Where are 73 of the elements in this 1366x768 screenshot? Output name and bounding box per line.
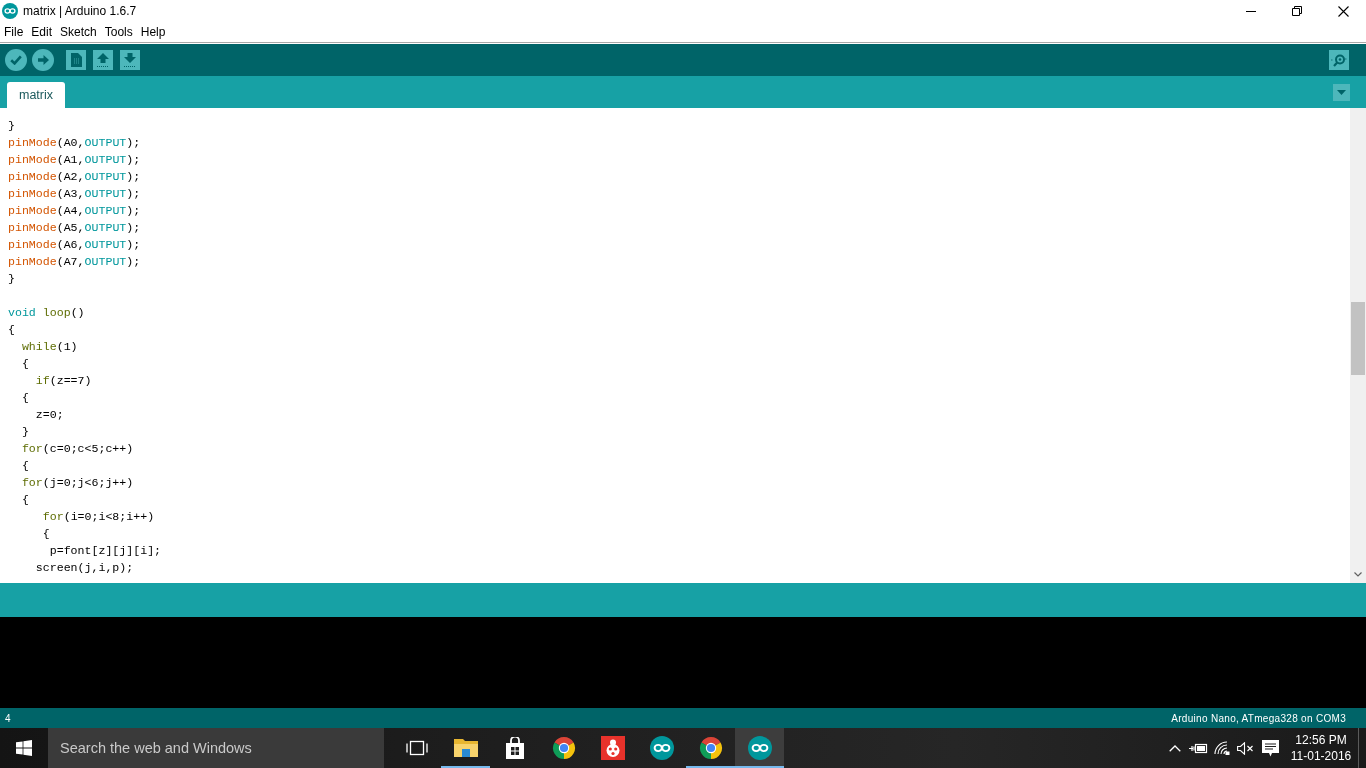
wifi-icon[interactable] <box>1214 741 1230 755</box>
menu-item[interactable]: Edit <box>28 23 57 41</box>
close-icon <box>1337 5 1349 17</box>
arrow-right-icon <box>37 55 49 65</box>
shopping-bag-icon <box>504 737 525 759</box>
scroll-down-icon[interactable] <box>1354 572 1362 577</box>
check-icon <box>10 55 22 65</box>
code-line: for(j=0;j<6;j++) <box>20 475 134 491</box>
arrow-up-icon <box>97 53 109 67</box>
menu-item[interactable]: Help <box>137 23 170 41</box>
menu-item[interactable]: Sketch <box>57 23 101 41</box>
code-line: { <box>20 492 29 508</box>
code-line: pinMode(A2,OUTPUT); <box>8 169 141 185</box>
browser-icon <box>698 736 723 760</box>
infinity-logo-icon <box>649 736 674 760</box>
code-line: } <box>20 424 29 440</box>
code-line: while(1) <box>20 339 78 355</box>
minimize-icon <box>1246 10 1256 12</box>
clock-date[interactable]: 11-01-2016 <box>1290 748 1352 764</box>
open-button[interactable] <box>93 50 113 70</box>
code-line: } <box>8 271 15 287</box>
code-line: { <box>20 458 29 474</box>
code-line: { <box>20 356 29 372</box>
code-line: pinMode(A0,OUTPUT); <box>8 135 141 151</box>
infinity-logo-icon <box>747 736 772 760</box>
document-icon <box>70 53 82 67</box>
windows-logo-icon <box>16 740 32 756</box>
code-line: { <box>8 322 15 338</box>
scrollbar-thumb[interactable] <box>1351 302 1365 375</box>
save-button[interactable] <box>120 50 140 70</box>
code-line: { <box>41 526 50 542</box>
code-line: pinMode(A1,OUTPUT); <box>8 152 141 168</box>
code-line: screen(j,i,p); <box>34 560 134 576</box>
window-title: matrix | Arduino 1.6.7 <box>23 4 137 18</box>
code-line: } <box>8 118 15 134</box>
caret-down-icon <box>1337 89 1346 95</box>
battery-plug-icon[interactable] <box>1188 742 1208 754</box>
code-line: if(z==7) <box>34 373 92 389</box>
serial-monitor-button[interactable] <box>1329 50 1349 70</box>
new-button[interactable] <box>66 50 86 70</box>
folder-icon <box>453 738 478 758</box>
browser-icon <box>551 736 576 760</box>
line-number: 4 <box>5 712 11 724</box>
scrollbar[interactable] <box>1350 108 1366 583</box>
code-line: for(c=0;c<5;c++) <box>20 441 134 457</box>
chevron-up-icon[interactable] <box>1169 744 1181 752</box>
code-line: for(i=0;i<8;i++) <box>41 509 155 525</box>
magnifier-icon <box>1331 53 1347 67</box>
ladybug-icon <box>600 736 625 760</box>
task-view-icon <box>405 740 428 756</box>
code-line: z=0; <box>34 407 64 423</box>
code-line: pinMode(A6,OUTPUT); <box>8 237 141 253</box>
arrow-down-icon <box>124 53 136 67</box>
code-line: void loop() <box>8 305 85 321</box>
code-line: pinMode(A7,OUTPUT); <box>8 254 141 270</box>
code-line: p=font[z][j][i]; <box>48 543 162 559</box>
volume-mute-icon[interactable] <box>1236 741 1254 755</box>
taskbar-app-button[interactable] <box>735 728 784 768</box>
sketch-tab[interactable]: matrix <box>7 82 66 108</box>
menu-item[interactable]: Tools <box>101 23 137 41</box>
code-line: pinMode(A4,OUTPUT); <box>8 203 141 219</box>
menu-item[interactable]: File <box>1 23 28 41</box>
code-line: { <box>20 390 29 406</box>
search-field[interactable]: Search the web and Windows <box>48 728 384 768</box>
upload-button[interactable] <box>32 49 54 71</box>
verify-button[interactable] <box>5 49 27 71</box>
notification-icon[interactable] <box>1261 739 1279 757</box>
board-info: Arduino Nano, ATmega328 on COM3 <box>1171 712 1346 724</box>
code-line: pinMode(A3,OUTPUT); <box>8 186 141 202</box>
tab-menu-button[interactable] <box>1333 83 1350 101</box>
restore-icon <box>1292 6 1302 16</box>
code-line: pinMode(A5,OUTPUT); <box>8 220 141 236</box>
clock-time[interactable]: 12:56 PM <box>1295 732 1347 748</box>
